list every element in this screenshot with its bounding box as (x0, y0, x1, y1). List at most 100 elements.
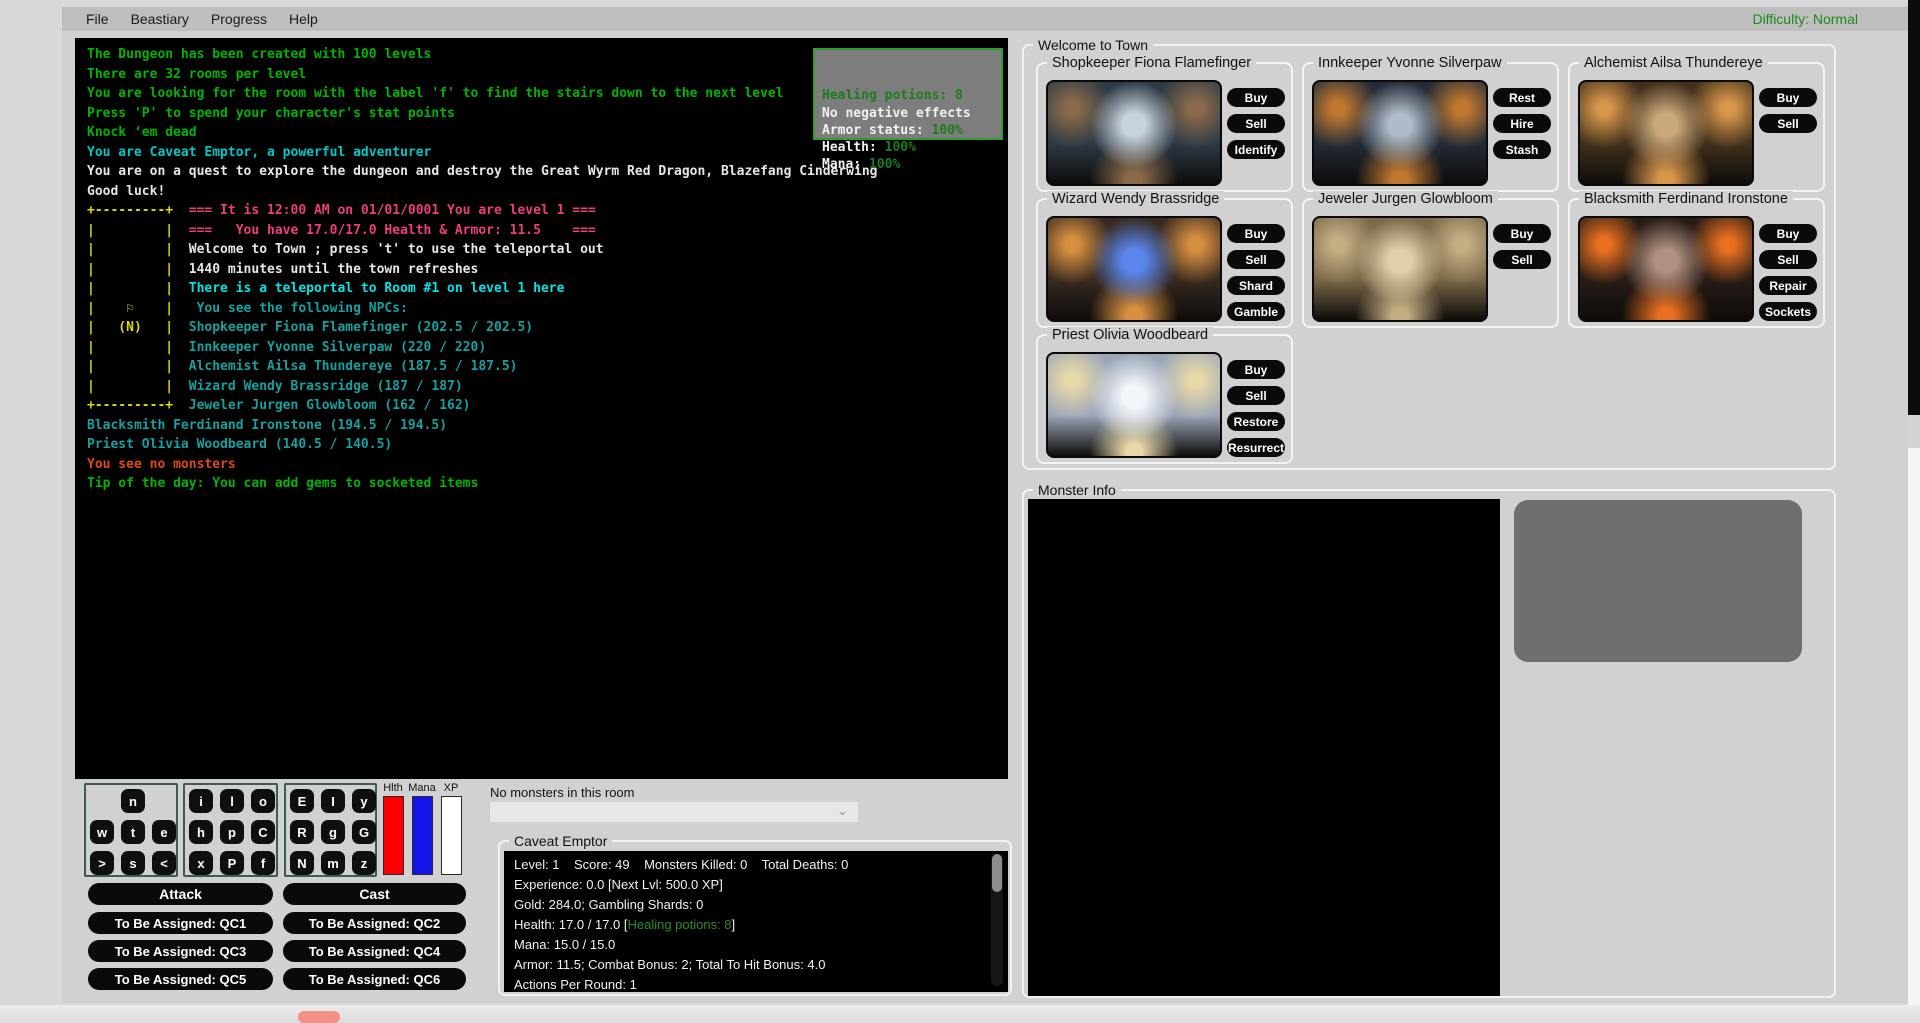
key-t[interactable]: t (121, 820, 145, 844)
terminal-line-segment: +---------+ (87, 398, 173, 413)
terminal-line-segment: You are on a quest to explore the dungeo… (87, 164, 878, 179)
key-o[interactable]: o (251, 789, 275, 813)
npc-buttons: Buy Sell Shard Gamble (1227, 224, 1285, 321)
bar-label: Mana (408, 782, 436, 794)
key-w[interactable]: w (90, 820, 114, 844)
keypad-2: ilo hpCxPf (183, 783, 278, 877)
keypad-3: EIy RgG Nmz (284, 783, 377, 877)
npc-button-hire[interactable]: Hire (1493, 114, 1551, 133)
difficulty-label: Difficulty: Normal (1752, 7, 1858, 31)
status-overlay-content: Healing potions: 8No negative effectsArm… (822, 87, 1001, 173)
npc-card: Innkeeper Yvonne SilverpawRestHireStash (1302, 62, 1559, 192)
key-p[interactable]: p (220, 820, 244, 844)
key-R[interactable]: R (290, 820, 314, 844)
key-e[interactable]: e (152, 820, 176, 844)
terminal-line-segment: | | (87, 223, 173, 238)
npc-buttons: Buy Sell Repair Sockets (1759, 224, 1817, 321)
terminal-line-segment: Shopkeeper Fiona Flamefinger (202.5 / 20… (189, 320, 533, 335)
npc-button-repair[interactable]: Repair (1759, 276, 1817, 295)
npc-button-buy[interactable]: Buy (1493, 224, 1551, 243)
key-y[interactable]: y (352, 789, 376, 813)
npc-portrait (1312, 80, 1488, 186)
terminal-line: | | Welcome to Town ; press 't' to use t… (87, 240, 1008, 260)
taskbar (0, 1005, 1920, 1023)
menu-beastiary[interactable]: Beastiary (120, 11, 200, 27)
key-P[interactable]: P (220, 851, 244, 875)
terminal-line-segment: === You have 17.0/17.0 Health & Armor: 1… (189, 223, 596, 238)
npc-button-sell[interactable]: Sell (1227, 114, 1285, 133)
key-n[interactable]: n (121, 789, 145, 813)
attack-button[interactable]: Attack (88, 883, 273, 905)
npc-button-shard[interactable]: Shard (1227, 276, 1285, 295)
menu-progress[interactable]: Progress (200, 11, 278, 27)
npc-button-sockets[interactable]: Sockets (1759, 302, 1817, 321)
bar-hlth: Hlth (381, 782, 405, 875)
npc-grid: Shopkeeper Fiona FlamefingerBuySellIdent… (1036, 62, 1825, 464)
menu-file[interactable]: File (75, 11, 120, 27)
key-g[interactable]: g (321, 820, 345, 844)
status-overlay: Healing potions: 8No negative effectsArm… (813, 48, 1003, 140)
qc-button-5[interactable]: To Be Assigned: QC5 (88, 968, 273, 990)
npc-button-buy[interactable]: Buy (1227, 360, 1285, 379)
terminal-line-segment (173, 398, 189, 413)
npc-button-identify[interactable]: Identify (1227, 140, 1285, 159)
stat-line: Level: 1 Score: 49 Monsters Killed: 0 To… (514, 855, 984, 875)
npc-card: Jeweler Jurgen GlowbloomBuySell (1302, 198, 1559, 328)
status-line: No negative effects (822, 105, 1001, 122)
qc-button-2[interactable]: To Be Assigned: QC2 (283, 912, 466, 934)
stat-line-segment: Experience: 0.0 [Next Lvl: 500.0 XP] (514, 877, 723, 892)
npc-button-buy[interactable]: Buy (1227, 224, 1285, 243)
npc-buttons: Buy Sell (1493, 224, 1551, 269)
key-<[interactable]: < (152, 851, 176, 875)
stats-scrollbar-thumb[interactable] (992, 854, 1002, 892)
key-h[interactable]: h (189, 820, 213, 844)
key-I[interactable]: I (321, 789, 345, 813)
npc-button-buy[interactable]: Buy (1759, 88, 1817, 107)
terminal-line-segment: | | (87, 281, 173, 296)
npc-button-sell[interactable]: Sell (1759, 114, 1817, 133)
npc-button-buy[interactable]: Buy (1227, 88, 1285, 107)
qc-button-3[interactable]: To Be Assigned: QC3 (88, 940, 273, 962)
npc-button-gamble[interactable]: Gamble (1227, 302, 1285, 321)
key-G[interactable]: G (352, 820, 376, 844)
status-line-segment: Armor status: (822, 123, 932, 138)
key-i[interactable]: i (189, 789, 213, 813)
npc-button-buy[interactable]: Buy (1759, 224, 1817, 243)
key-l[interactable]: l (220, 789, 244, 813)
key-C[interactable]: C (251, 820, 275, 844)
key-z[interactable]: z (352, 851, 376, 875)
terminal-line-segment (173, 340, 189, 355)
status-line: Mana: 100% (822, 156, 1001, 173)
terminal-line-segment (173, 203, 189, 218)
npc-button-sell[interactable]: Sell (1759, 250, 1817, 269)
qc-button-4[interactable]: To Be Assigned: QC4 (283, 940, 466, 962)
stat-line-segment: Mana: 15.0 / 15.0 (514, 937, 615, 952)
key->[interactable]: > (90, 851, 114, 875)
npc-button-sell[interactable]: Sell (1227, 250, 1285, 269)
key-s[interactable]: s (121, 851, 145, 875)
qc-button-6[interactable]: To Be Assigned: QC6 (283, 968, 466, 990)
npc-buttons: Buy Sell (1759, 88, 1817, 133)
npc-button-rest[interactable]: Rest (1493, 88, 1551, 107)
menu-help[interactable]: Help (278, 11, 329, 27)
stats-scrollbar[interactable] (991, 854, 1003, 986)
terminal-line-segment: Innkeeper Yvonne Silverpaw (220 / 220) (189, 340, 486, 355)
key-E[interactable]: E (290, 789, 314, 813)
key-f[interactable]: f (251, 851, 275, 875)
npc-button-restore[interactable]: Restore (1227, 412, 1285, 431)
cast-button[interactable]: Cast (283, 883, 466, 905)
key-x[interactable]: x (189, 851, 213, 875)
bar-fill (441, 796, 462, 875)
npc-button-resurrect[interactable]: Resurrect (1227, 438, 1285, 457)
qc-button-1[interactable]: To Be Assigned: QC1 (88, 912, 273, 934)
right-edge-strip (1908, 0, 1920, 415)
npc-name: Innkeeper Yvonne Silverpaw (1313, 55, 1507, 72)
npc-button-stash[interactable]: Stash (1493, 140, 1551, 159)
monster-dropdown[interactable]: ⌄ (490, 802, 858, 822)
npc-button-sell[interactable]: Sell (1493, 250, 1551, 269)
npc-button-sell[interactable]: Sell (1227, 386, 1285, 405)
key-N[interactable]: N (290, 851, 314, 875)
taskbar-icon[interactable] (298, 1011, 340, 1023)
key-m[interactable]: m (321, 851, 345, 875)
town-panel: Welcome to Town Shopkeeper Fiona Flamefi… (1022, 44, 1836, 470)
